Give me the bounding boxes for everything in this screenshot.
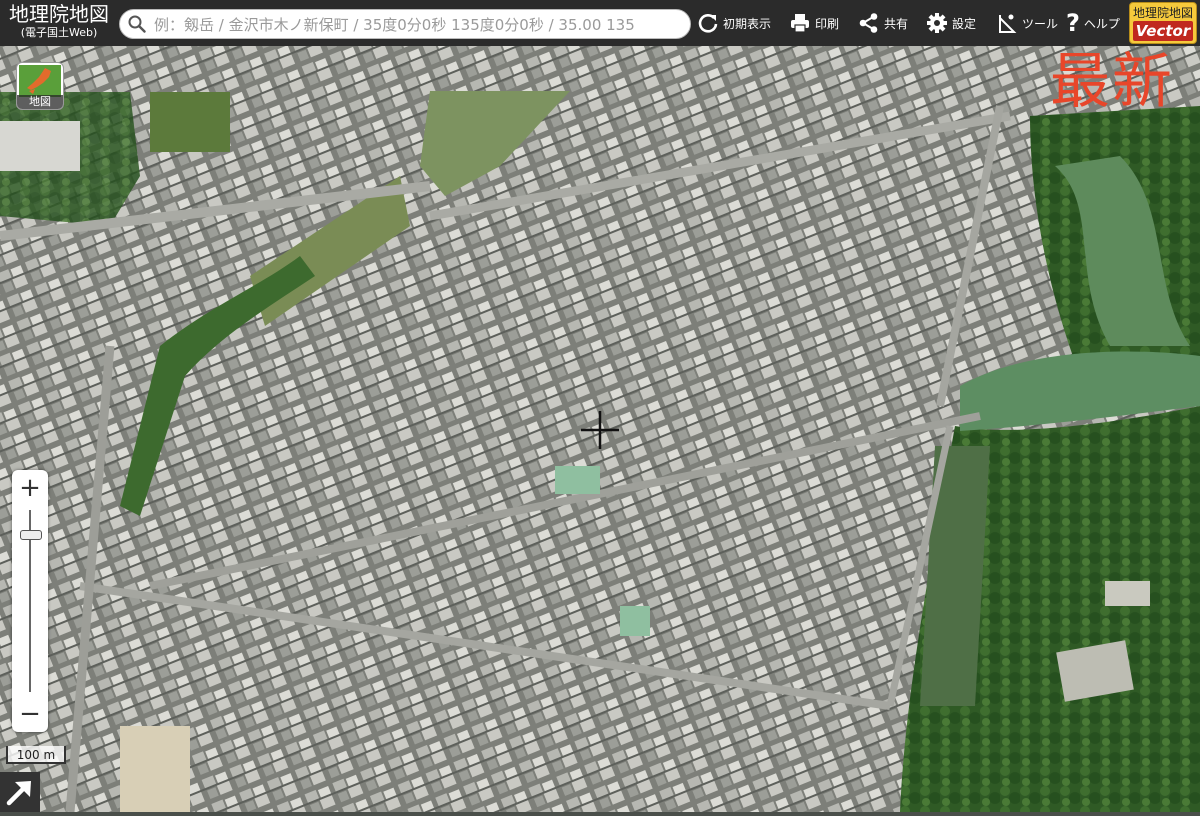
share-label: 共有 [884,16,909,31]
settings-label: 設定 [952,16,977,31]
map-thumbnail [19,65,61,97]
zoom-in-button[interactable]: + [12,470,48,506]
search-box [119,9,691,39]
printer-icon [791,14,809,33]
latest-photo-label: 最新 [1050,47,1174,117]
arrow-up-right-icon [6,781,31,806]
zoom-out-button[interactable]: − [12,696,48,732]
search-input[interactable] [152,13,686,37]
scale-bar: 100 m [6,746,66,764]
tools-button[interactable]: ツール [996,0,1058,46]
app-title: 地理院地図 [9,2,109,26]
vector-map-button[interactable]: 地理院地図 Vector [1129,2,1197,44]
japan-map-icon [19,65,61,97]
gear-icon [927,13,947,33]
layer-button-label: 地図 [17,95,63,109]
layer-selector-button[interactable]: 地図 [16,62,64,110]
app-subtitle: (電子国土Web) [20,26,98,39]
vector-button-label: Vector [1133,21,1193,41]
vector-button-title: 地理院地図 [1132,6,1193,20]
print-button[interactable]: 印刷 [789,0,839,46]
help-label: ヘルプ [1083,16,1120,31]
center-crosshair-icon [581,411,619,449]
print-label: 印刷 [815,16,840,31]
top-bar: 地理院地図 (電子国土Web) 初期表示 印刷 共有 [0,0,1200,46]
tools-icon [999,14,1017,33]
help-button[interactable]: ? ヘルプ [1066,0,1120,46]
reset-view-label: 初期表示 [723,16,772,31]
refresh-icon [698,14,718,33]
settings-button[interactable]: 設定 [926,0,976,46]
zoom-control: + − [12,470,48,732]
share-icon [859,13,878,33]
app-logo[interactable]: 地理院地図 (電子国土Web) [0,2,118,39]
expand-panel-button[interactable] [0,772,40,812]
search-icon [128,15,146,33]
share-button[interactable]: 共有 [858,0,908,46]
tools-label: ツール [1022,16,1059,31]
reset-view-button[interactable]: 初期表示 [697,0,771,46]
zoom-slider-handle[interactable] [20,530,42,540]
help-icon: ? [1066,9,1080,37]
